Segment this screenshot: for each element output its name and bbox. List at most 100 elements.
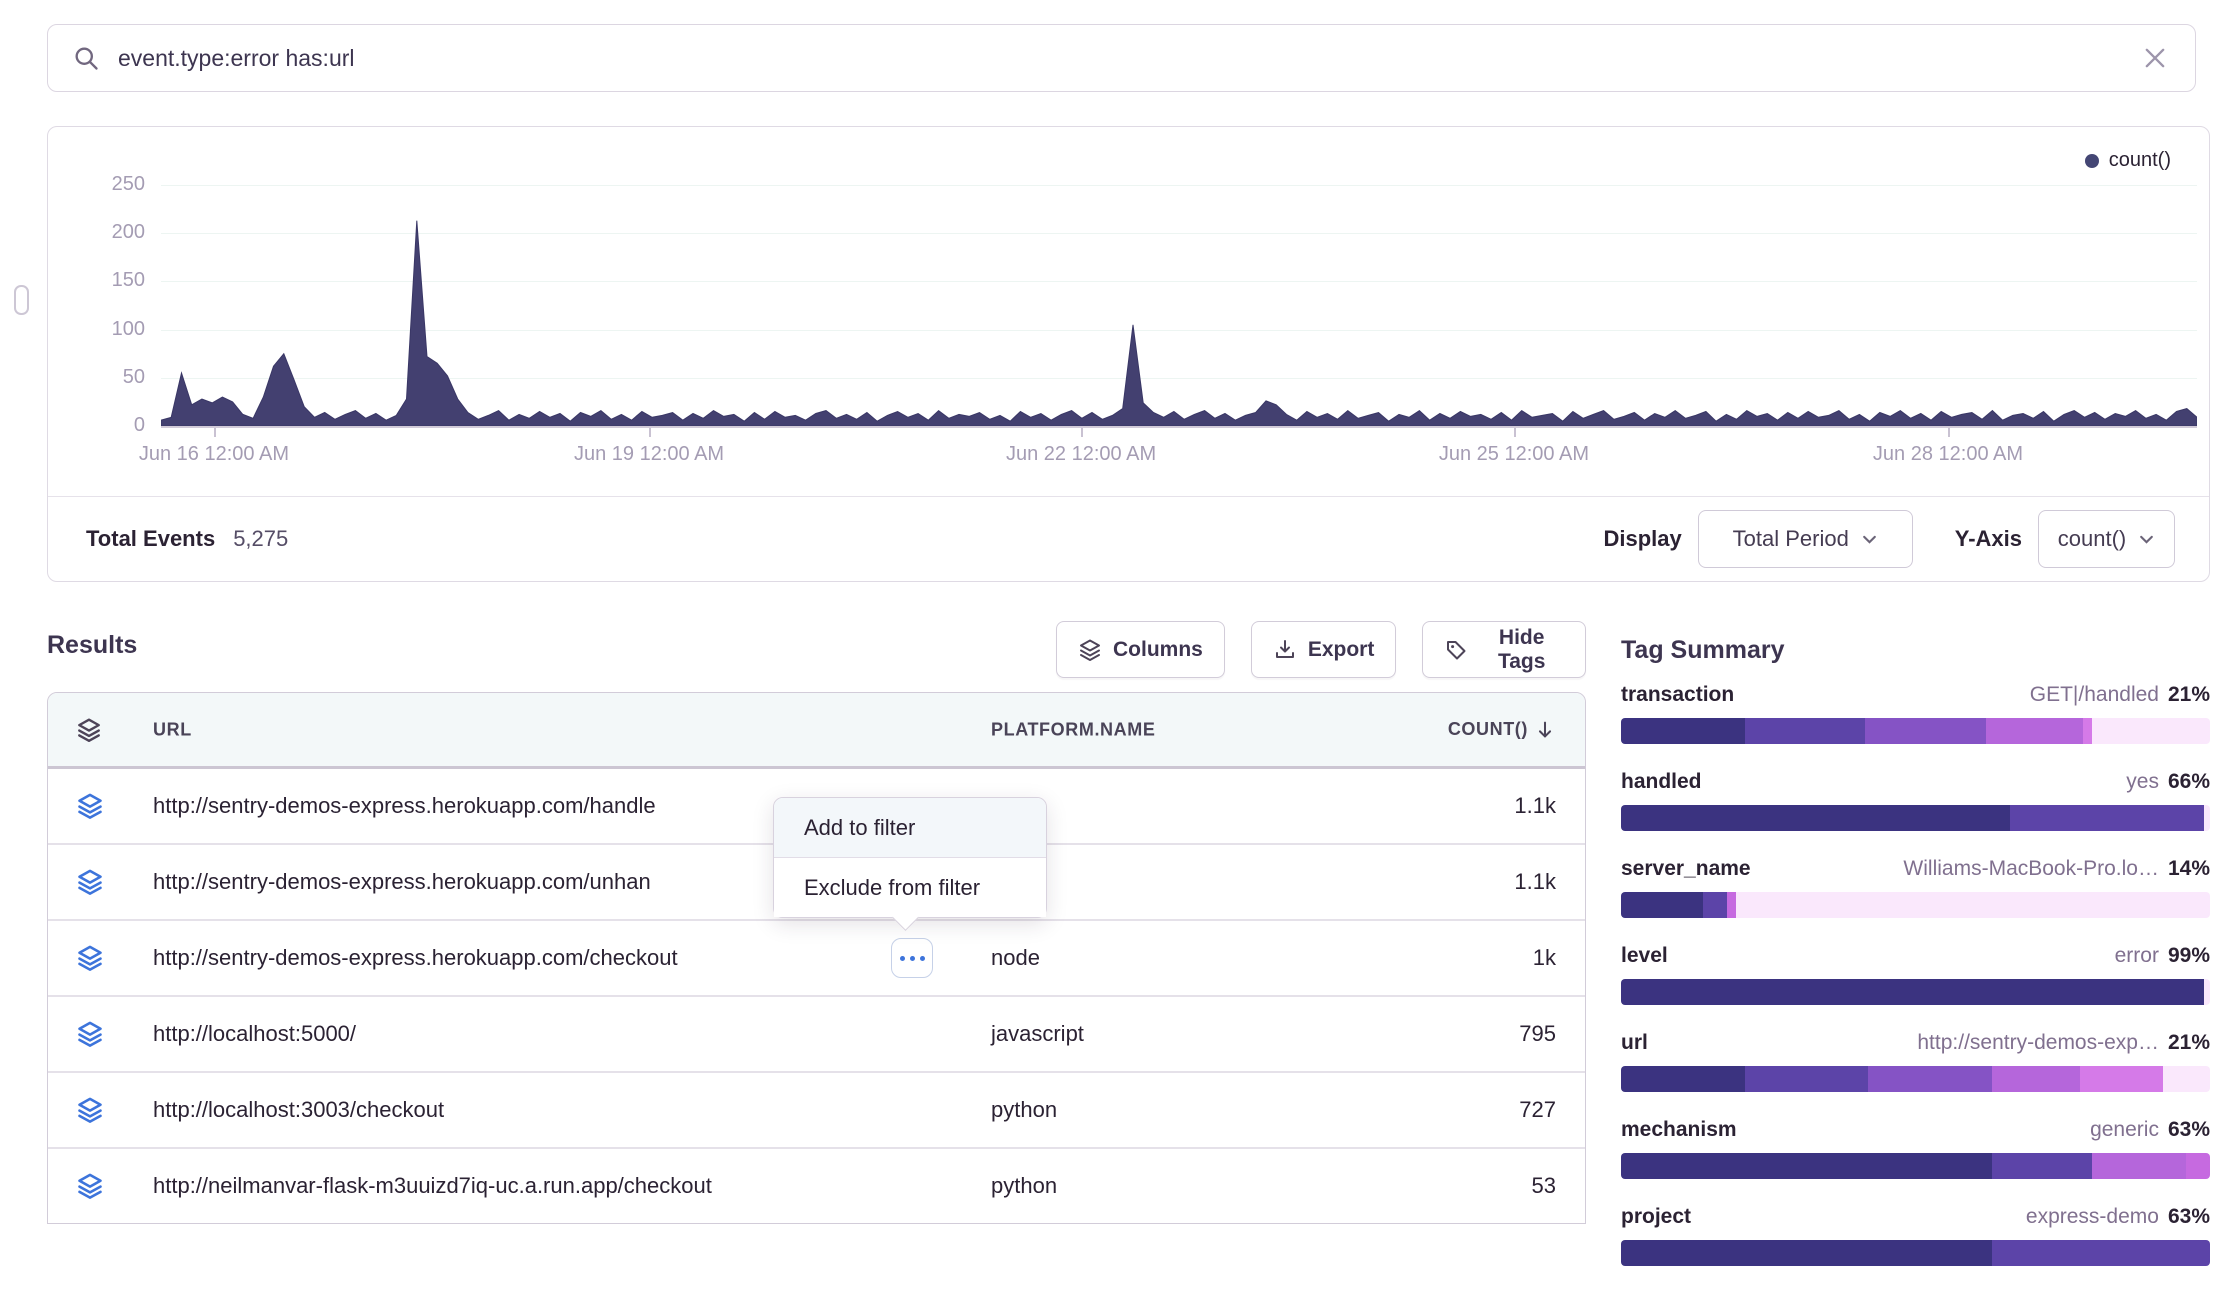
tag-bar-segment xyxy=(1621,892,1703,918)
count-cell: 1k xyxy=(1533,945,1556,971)
count-cell: 53 xyxy=(1532,1173,1556,1199)
stack-icon xyxy=(76,792,104,820)
tag-bar-segment xyxy=(2163,1066,2210,1092)
x-axis-tick xyxy=(649,428,651,437)
table-row[interactable]: http://localhost:3003/checkoutpython727 xyxy=(48,1073,1585,1149)
display-select-value: Total Period xyxy=(1733,526,1849,552)
tag-bar-segment xyxy=(2010,805,2204,831)
y-axis-label: Y-Axis xyxy=(1955,526,2022,552)
sidebar-collapse-handle[interactable] xyxy=(14,285,29,315)
column-header-count[interactable]: COUNT() xyxy=(1448,719,1556,741)
column-header-platform[interactable]: PLATFORM.NAME xyxy=(991,719,1155,740)
x-axis-tick-label: Jun 25 12:00 AM xyxy=(1439,443,1589,466)
tag-bar-segment xyxy=(1745,1066,1869,1092)
tag-distribution-bar[interactable] xyxy=(1621,892,2210,918)
url-cell[interactable]: http://sentry-demos-express.herokuapp.co… xyxy=(153,945,678,971)
hide-tags-button[interactable]: Hide Tags xyxy=(1422,621,1586,678)
tag-bar-segment xyxy=(2092,1153,2186,1179)
y-axis-tick-label: 0 xyxy=(81,414,145,437)
tag-bar-segment xyxy=(1621,805,2010,831)
count-cell: 1.1k xyxy=(1514,869,1556,895)
tag-name: handled xyxy=(1621,770,1702,794)
tag-bar-segment xyxy=(1986,718,2083,744)
search-bar xyxy=(47,24,2196,92)
results-toolbar: Columns Export Hide Tags xyxy=(1056,621,1586,678)
y-axis-tick-label: 150 xyxy=(81,269,145,292)
tag-summary-row: server_nameWilliams-MacBook-Pro.lo…14% xyxy=(1621,857,2210,918)
clear-search-button[interactable] xyxy=(2141,43,2171,73)
results-table: URL PLATFORM.NAME COUNT() http://sentry-… xyxy=(47,692,1586,1224)
dot-icon xyxy=(900,956,905,961)
platform-cell[interactable]: python xyxy=(991,1097,1057,1123)
url-cell[interactable]: http://localhost:5000/ xyxy=(153,1021,356,1047)
hide-tags-button-label: Hide Tags xyxy=(1479,626,1564,674)
tag-distribution-bar[interactable] xyxy=(1621,1153,2210,1179)
y-axis-select[interactable]: count() xyxy=(2038,510,2175,568)
x-axis-tick-label: Jun 28 12:00 AM xyxy=(1873,443,2023,466)
download-icon xyxy=(1273,638,1297,662)
stack-icon xyxy=(76,1172,104,1200)
x-axis-tick-label: Jun 22 12:00 AM xyxy=(1006,443,1156,466)
tag-distribution-bar[interactable] xyxy=(1621,1066,2210,1092)
x-axis-tick-label: Jun 19 12:00 AM xyxy=(574,443,724,466)
count-header-label: COUNT() xyxy=(1448,719,1528,740)
tag-bar-segment xyxy=(1868,1066,1992,1092)
platform-cell[interactable]: node xyxy=(991,945,1040,971)
tag-top-value: yes xyxy=(2126,770,2159,794)
menu-item-add-to-filter[interactable]: Add to filter xyxy=(774,798,1046,858)
tag-distribution-bar[interactable] xyxy=(1621,805,2210,831)
tag-name: url xyxy=(1621,1031,1648,1055)
tag-name: project xyxy=(1621,1205,1691,1229)
tag-top-percent: 66% xyxy=(2168,770,2210,794)
url-cell[interactable]: http://localhost:3003/checkout xyxy=(153,1097,444,1123)
url-cell[interactable]: http://neilmanvar-flask-m3uuizd7iq-uc.a.… xyxy=(153,1173,712,1199)
count-cell: 1.1k xyxy=(1514,793,1556,819)
tag-bar-segment xyxy=(1621,1153,1992,1179)
tag-bar-segment xyxy=(2186,1153,2210,1179)
display-select[interactable]: Total Period xyxy=(1698,510,1913,568)
tag-bar-segment xyxy=(1621,718,1745,744)
tag-bar-segment xyxy=(1745,718,1866,744)
tag-top-value: express-demo xyxy=(2026,1205,2159,1229)
tag-distribution-bar[interactable] xyxy=(1621,718,2210,744)
table-row[interactable]: http://neilmanvar-flask-m3uuizd7iq-uc.a.… xyxy=(48,1149,1585,1224)
tag-name: transaction xyxy=(1621,683,1734,707)
results-title: Results xyxy=(47,631,137,660)
tag-summary-panel: Tag Summary transaction GET|/handled 21% ha… xyxy=(1621,636,2210,1292)
tag-distribution-bar[interactable] xyxy=(1621,979,2210,1005)
tag-top-value: error xyxy=(2115,944,2159,968)
search-input[interactable] xyxy=(116,44,2141,73)
tag-top-value: GET|/handled xyxy=(2030,683,2159,707)
tag-bar-segment xyxy=(2080,1066,2162,1092)
column-header-url[interactable]: URL xyxy=(153,719,192,740)
stack-icon xyxy=(76,944,104,972)
tag-bar-segment xyxy=(1621,1066,1745,1092)
tag-top-value: generic xyxy=(2090,1118,2159,1142)
tag-bar-segment xyxy=(1865,718,1986,744)
tag-name: mechanism xyxy=(1621,1118,1737,1142)
count-cell: 795 xyxy=(1519,1021,1556,1047)
export-button-label: Export xyxy=(1308,638,1375,662)
tag-top-percent: 21% xyxy=(2168,683,2210,707)
table-row[interactable]: http://localhost:5000/javascript 795 xyxy=(48,997,1585,1073)
export-button[interactable]: Export xyxy=(1251,621,1397,678)
columns-button-label: Columns xyxy=(1113,638,1203,662)
tag-bar-segment xyxy=(2083,718,2092,744)
x-axis-tick xyxy=(1081,428,1083,437)
chevron-down-icon xyxy=(2138,531,2155,548)
stack-icon xyxy=(1078,638,1102,662)
x-axis-tick-label: Jun 16 12:00 AM xyxy=(139,443,289,466)
columns-button[interactable]: Columns xyxy=(1056,621,1225,678)
url-cell[interactable]: http://sentry-demos-express.herokuapp.co… xyxy=(153,793,656,819)
tag-summary-title: Tag Summary xyxy=(1621,636,2210,665)
table-row[interactable]: http://sentry-demos-express.herokuapp.co… xyxy=(48,921,1585,997)
cell-actions-button[interactable] xyxy=(891,938,933,978)
platform-cell[interactable]: javascript xyxy=(991,1021,1084,1047)
tag-top-percent: 63% xyxy=(2168,1205,2210,1229)
y-axis-tick-label: 200 xyxy=(81,221,145,244)
tag-bar-segment xyxy=(2204,979,2210,1005)
url-cell[interactable]: http://sentry-demos-express.herokuapp.co… xyxy=(153,869,651,895)
tag-distribution-bar[interactable] xyxy=(1621,1240,2210,1266)
chevron-down-icon xyxy=(1861,531,1878,548)
platform-cell[interactable]: python xyxy=(991,1173,1057,1199)
